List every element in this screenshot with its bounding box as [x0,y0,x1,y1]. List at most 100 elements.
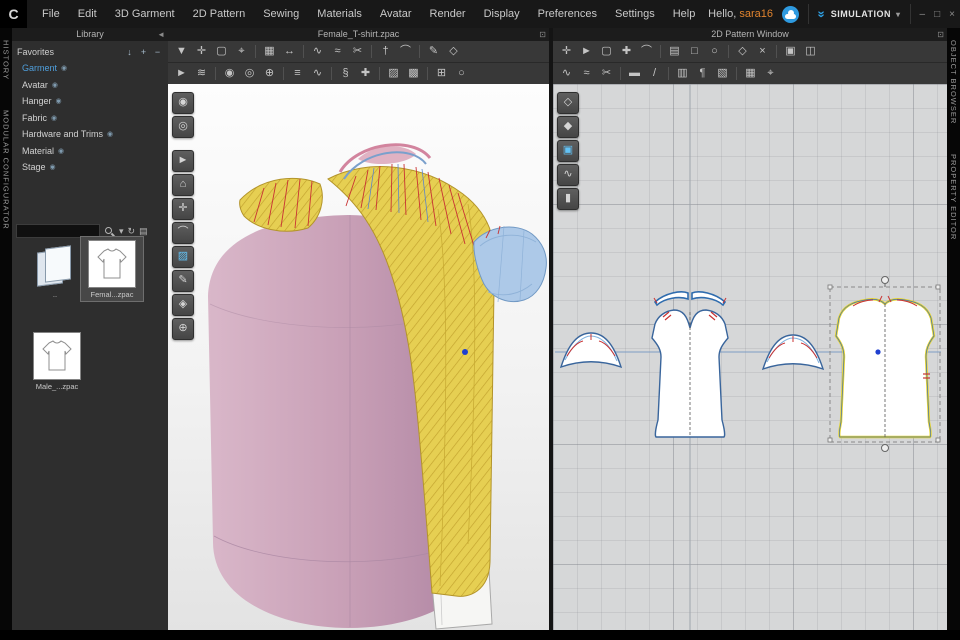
female-tshirt-file-selected[interactable]: Femal...zpac [80,236,144,302]
trim-icon[interactable]: ✚ [356,64,375,83]
library-tree-item-hardware-and-trims[interactable]: Hardware and Trims◉ [12,126,168,143]
menu-sewing[interactable]: Sewing [254,0,308,28]
minimize-button[interactable]: – [920,9,926,20]
avatar-tape-icon[interactable]: ⌒ [172,222,194,244]
transform-pattern-icon[interactable]: ✛ [557,42,576,61]
view-mode-icon[interactable]: ▤ [139,226,148,237]
tack-on-avatar-icon[interactable]: † [376,42,395,61]
pen-surface-icon[interactable]: ✎ [172,270,194,292]
mannequin-display-icon[interactable]: ⌂ [172,174,194,196]
visibility-dot-icon[interactable]: ◉ [61,64,67,72]
menu-file[interactable]: File [33,0,69,28]
menu-edit[interactable]: Edit [69,0,106,28]
simulate-icon[interactable]: ▼ [172,42,191,61]
show-grid-icon[interactable]: ▦ [741,64,760,83]
dart-icon[interactable]: ◇ [733,42,752,61]
pattern-collar-left[interactable] [654,292,688,305]
pattern-2d-header[interactable]: 2D Pattern Window ⊡ [553,28,947,41]
avatar-skin-icon[interactable]: ◎ [172,116,194,138]
username[interactable]: sara16 [739,8,773,20]
pattern-sleeve-left[interactable] [561,333,621,367]
internal-line-icon[interactable]: / [645,64,664,83]
menu-preferences[interactable]: Preferences [529,0,606,28]
pattern-bodice-front[interactable] [652,310,728,437]
menu-3d-garment[interactable]: 3D Garment [106,0,184,28]
history-tab[interactable]: HISTORY [2,40,11,80]
menu-render[interactable]: Render [421,0,475,28]
library-tree-item-stage[interactable]: Stage◉ [12,159,168,176]
property-editor-tab[interactable]: PROPERTY EDITOR [949,154,958,240]
pattern-collar-right[interactable] [692,292,726,305]
expand-window-icon[interactable]: ⊡ [937,28,944,41]
library-tree-item-avatar[interactable]: Avatar◉ [12,77,168,94]
uv-editor-icon[interactable]: ⊞ [432,64,451,83]
cloud-sync-icon[interactable] [782,6,799,23]
expand-window-icon[interactable]: ⊡ [539,28,546,41]
visibility-dot-icon[interactable]: ◉ [56,97,62,105]
annotation-icon[interactable]: ¶ [693,64,712,83]
rotate-handle-bottom[interactable] [882,445,889,452]
edit-curvature-icon[interactable]: ⌒ [637,42,656,61]
steam-brush-icon[interactable]: ≋ [192,64,211,83]
fold-arrangement-icon[interactable]: ◇ [444,42,463,61]
library-tree-item-fabric[interactable]: Fabric◉ [12,110,168,127]
select-move-icon[interactable]: ✛ [192,42,211,61]
transform-gizmo-icon[interactable]: ↔ [280,42,299,61]
menu-materials[interactable]: Materials [308,0,371,28]
free-sewing-icon[interactable]: ≈ [328,42,347,61]
refresh-icon[interactable]: ↻ [128,226,136,237]
mirror-pattern-icon[interactable]: ◫ [801,42,820,61]
app-logo-icon[interactable]: C [0,0,27,28]
select-cursor-icon[interactable]: ► [172,64,191,83]
pattern-texture-view-icon[interactable]: ▣ [557,140,579,162]
close-button[interactable]: × [949,9,955,20]
measure-tape-icon[interactable]: ⌒ [396,42,415,61]
menu-help[interactable]: Help [664,0,705,28]
library-tree-item-hanger[interactable]: Hanger◉ [12,93,168,110]
male-tshirt-file[interactable]: Male_...zpac [28,332,86,391]
library-header[interactable]: Library ◄ [12,28,168,41]
add-favorite-icon[interactable]: + [138,47,149,57]
pin-icon[interactable]: ⌖ [232,42,251,61]
pattern-outline-view-icon[interactable]: ◇ [557,92,579,114]
segment-sewing-icon[interactable]: ∿ [308,42,327,61]
sewing-segment-2d-icon[interactable]: ∿ [557,64,576,83]
lock-pattern-icon[interactable]: ▮ [557,188,579,210]
circle-icon[interactable]: ○ [705,42,724,61]
menu-2d-pattern[interactable]: 2D Pattern [184,0,255,28]
remove-favorite-icon[interactable]: − [152,47,163,57]
notch-icon[interactable]: × [753,42,772,61]
edit-sewing-2d-icon[interactable]: ✂ [597,64,616,83]
maximize-button[interactable]: □ [934,9,940,20]
scene-3d-canvas[interactable]: ◉◎►⌂✛⌒▨✎◈⊕ [168,84,549,630]
material-style-icon[interactable]: ◈ [172,294,194,316]
buttonhole-icon[interactable]: ◎ [240,64,259,83]
sewing-line-view-icon[interactable]: ∿ [557,164,579,186]
polygon-icon[interactable]: ▤ [665,42,684,61]
selected-point-marker[interactable] [462,349,468,355]
visibility-dot-icon[interactable]: ◉ [52,81,58,89]
sewing-free-2d-icon[interactable]: ≈ [577,64,596,83]
menu-avatar[interactable]: Avatar [371,0,421,28]
visibility-dot-icon[interactable]: ◉ [107,130,113,138]
rectangle-icon[interactable]: □ [685,42,704,61]
render-light-icon[interactable]: ○ [452,64,471,83]
pattern-solid-view-icon[interactable]: ◆ [557,116,579,138]
pose-editor-icon[interactable]: ✛ [172,198,194,220]
arrange-points-icon[interactable]: ▦ [260,42,279,61]
object-browser-tab[interactable]: OBJECT BROWSER [949,40,958,124]
select-mesh-icon[interactable]: ▢ [212,42,231,61]
selected-point-marker[interactable] [875,349,880,354]
internal-shape-icon[interactable]: ▬ [625,64,644,83]
grading-icon[interactable]: ▥ [673,64,692,83]
paint-texture-icon[interactable]: ▨ [172,246,194,268]
edit-point-icon[interactable]: ▢ [597,42,616,61]
select-tool-icon[interactable]: ► [172,150,194,172]
seam-allowance-icon[interactable]: ▣ [781,42,800,61]
viewport-3d-header[interactable]: Female_T-shirt.zpac ⊡ [168,28,549,41]
visibility-dot-icon[interactable]: ◉ [58,147,64,155]
folder-up-item[interactable]: .. [32,246,78,299]
visibility-dot-icon[interactable]: ◉ [50,163,56,171]
pattern-bodice-back-selected[interactable] [828,277,940,452]
shirring-icon[interactable]: ∿ [308,64,327,83]
